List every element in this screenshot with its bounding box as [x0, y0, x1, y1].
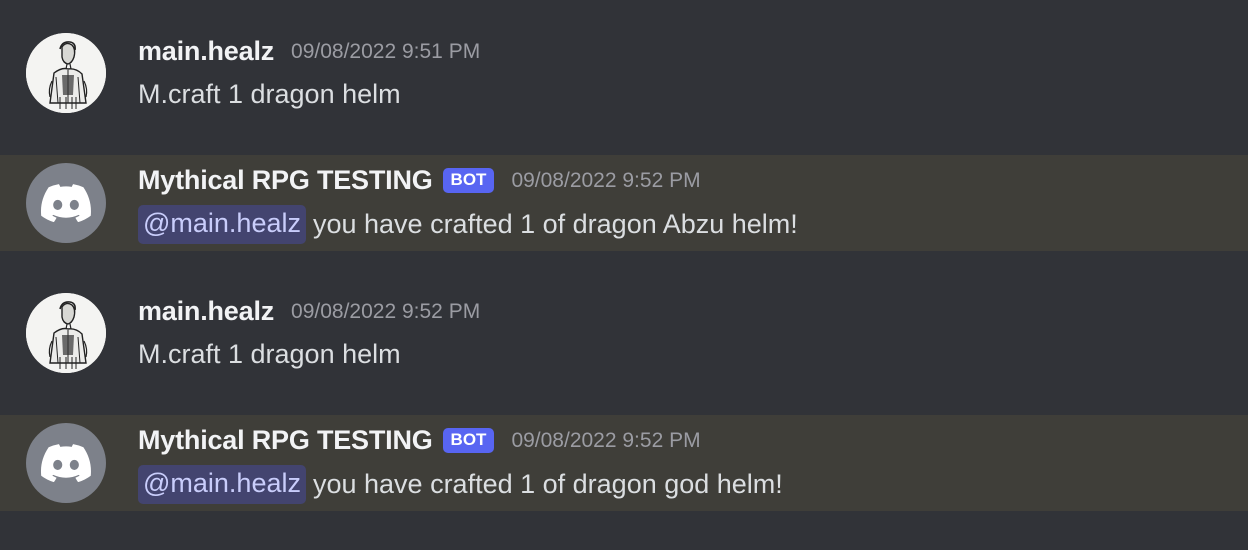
- chat-message-highlighted: Mythical RPG TESTING BOT 09/08/2022 9:52…: [0, 415, 1248, 511]
- author-name[interactable]: Mythical RPG TESTING: [138, 425, 433, 456]
- message-content: M.craft 1 dragon helm: [138, 339, 401, 370]
- chat-message: main.healz 09/08/2022 9:51 PM M.craft 1 …: [0, 0, 1248, 155]
- user-portrait-icon: [26, 33, 106, 113]
- user-avatar[interactable]: [26, 293, 106, 373]
- message-content: M.craft 1 dragon helm: [138, 79, 401, 110]
- message-timestamp[interactable]: 09/08/2022 9:51 PM: [291, 40, 480, 64]
- chat-message-list: main.healz 09/08/2022 9:51 PM M.craft 1 …: [0, 0, 1248, 550]
- message-header: Mythical RPG TESTING BOT 09/08/2022 9:52…: [138, 165, 701, 196]
- message-header: main.healz 09/08/2022 9:52 PM: [138, 296, 480, 327]
- message-timestamp[interactable]: 09/08/2022 9:52 PM: [511, 169, 700, 193]
- author-name[interactable]: main.healz: [138, 36, 274, 67]
- bot-avatar[interactable]: [26, 423, 106, 503]
- message-content: @main.healz you have crafted 1 of dragon…: [138, 465, 783, 504]
- author-name[interactable]: Mythical RPG TESTING: [138, 165, 433, 196]
- user-mention[interactable]: @main.healz: [138, 205, 306, 244]
- user-portrait-icon: [26, 293, 106, 373]
- user-avatar[interactable]: [26, 33, 106, 113]
- chat-message-highlighted: Mythical RPG TESTING BOT 09/08/2022 9:52…: [0, 155, 1248, 251]
- message-header: main.healz 09/08/2022 9:51 PM: [138, 36, 480, 67]
- user-mention[interactable]: @main.healz: [138, 465, 306, 504]
- chat-message: main.healz 09/08/2022 9:52 PM M.craft 1 …: [0, 251, 1248, 415]
- message-text: you have crafted 1 of dragon god helm!: [312, 469, 783, 499]
- bot-avatar[interactable]: [26, 163, 106, 243]
- message-content: @main.healz you have crafted 1 of dragon…: [138, 205, 798, 244]
- message-header: Mythical RPG TESTING BOT 09/08/2022 9:52…: [138, 425, 701, 456]
- bot-badge: BOT: [442, 168, 495, 193]
- message-timestamp[interactable]: 09/08/2022 9:52 PM: [291, 300, 480, 324]
- message-text: M.craft 1 dragon helm: [138, 79, 401, 109]
- message-timestamp[interactable]: 09/08/2022 9:52 PM: [511, 429, 700, 453]
- message-text: you have crafted 1 of dragon Abzu helm!: [312, 209, 798, 239]
- message-text: M.craft 1 dragon helm: [138, 339, 401, 369]
- bot-badge: BOT: [442, 428, 495, 453]
- author-name[interactable]: main.healz: [138, 296, 274, 327]
- discord-logo-icon: [41, 184, 91, 222]
- discord-logo-icon: [41, 444, 91, 482]
